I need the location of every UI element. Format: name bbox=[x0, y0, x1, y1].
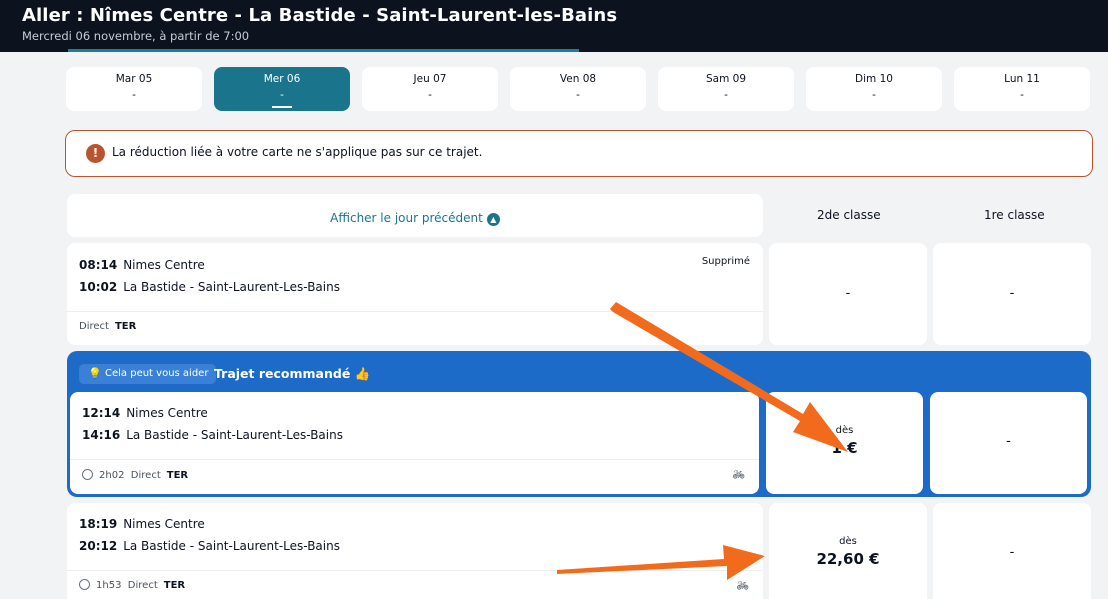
clock-icon bbox=[79, 579, 90, 590]
date-tab-price: - bbox=[724, 89, 728, 101]
exclamation-icon: ! bbox=[86, 144, 105, 163]
price-value: - bbox=[845, 286, 851, 301]
bike-icon: 🚲︎ bbox=[732, 470, 745, 481]
second-class-price-1214[interactable]: dès 1 € bbox=[766, 392, 923, 494]
date-tab-dim-10[interactable]: Dim 10 - bbox=[806, 67, 942, 111]
departure-row: 08:14 Nimes Centre bbox=[79, 258, 205, 272]
recommended-title: Trajet recommandé 👍 bbox=[214, 366, 371, 381]
chevron-up-icon: ▲ bbox=[486, 213, 500, 226]
date-tab-sam-09[interactable]: Sam 09 - bbox=[658, 67, 794, 111]
divider bbox=[67, 570, 763, 571]
date-tab-label: Ven 08 bbox=[559, 73, 597, 85]
date-tab-price: - bbox=[1020, 89, 1024, 101]
lightbulb-icon: 💡 bbox=[88, 367, 102, 380]
trip-card-1819[interactable]: 18:19 Nimes Centre 20:12 La Bastide - Sain… bbox=[67, 503, 763, 599]
date-tab-label: Dim 10 bbox=[855, 73, 893, 85]
price-value: - bbox=[1006, 434, 1011, 449]
divider bbox=[70, 459, 759, 460]
price-prefix: dès bbox=[835, 425, 854, 436]
price-value: 1 € bbox=[831, 439, 858, 457]
date-tab-label: Lun 11 bbox=[1004, 73, 1040, 85]
price-value: 22,60 € bbox=[816, 550, 880, 568]
alert-text: La réduction liée à votre carte ne s'app… bbox=[112, 145, 483, 159]
thumbs-up-icon: 👍 bbox=[354, 366, 371, 381]
bike-icon: 🚲︎ bbox=[736, 581, 749, 592]
trip-card-1214[interactable]: 12:14 Nimes Centre 14:16 La Bastide - Sain… bbox=[70, 392, 759, 494]
trip-footer: Direct TER bbox=[79, 321, 137, 332]
first-class-price-1214[interactable]: - bbox=[930, 392, 1087, 494]
status-badge: Supprimé bbox=[701, 256, 750, 267]
previous-day-button[interactable]: Afficher le jour précédent ▲ bbox=[67, 194, 763, 237]
arrival-row: 10:02 La Bastide - Saint-Laurent-Les-Bain… bbox=[79, 280, 340, 294]
first-class-price-0814[interactable]: - bbox=[933, 243, 1091, 345]
date-tab-jeu-07[interactable]: Jeu 07 - bbox=[362, 67, 498, 111]
second-class-header: 2de classe bbox=[817, 208, 881, 222]
date-tab-ven-08[interactable]: Ven 08 - bbox=[510, 67, 646, 111]
date-tab-lun-11[interactable]: Lun 11 - bbox=[954, 67, 1090, 111]
date-tab-label: Mer 06 bbox=[263, 73, 301, 85]
price-prefix: dès bbox=[839, 536, 857, 547]
clock-icon bbox=[82, 469, 93, 480]
divider bbox=[67, 311, 763, 312]
date-tab-price: - bbox=[132, 89, 136, 101]
page-header: Aller : Nîmes Centre - La Bastide - Sain… bbox=[0, 0, 1108, 52]
discount-alert: ! La réduction liée à votre carte ne s'a… bbox=[65, 130, 1093, 177]
price-value: - bbox=[1009, 286, 1015, 301]
arrival-row: 14:16 La Bastide - Saint-Laurent-Les-Bain… bbox=[82, 428, 343, 442]
second-class-price-1819[interactable]: dès 22,60 € bbox=[769, 503, 927, 599]
arrival-row: 20:12 La Bastide - Saint-Laurent-Les-Bain… bbox=[79, 539, 340, 553]
page-title: Aller : Nîmes Centre - La Bastide - Sain… bbox=[22, 5, 618, 26]
price-value: - bbox=[1009, 545, 1015, 560]
first-class-price-1819[interactable]: - bbox=[933, 503, 1091, 599]
date-tab-mer-06[interactable]: Mer 06 - bbox=[214, 67, 350, 111]
departure-row: 12:14 Nimes Centre bbox=[82, 406, 208, 420]
help-pill: 💡 Cela peut vous aider bbox=[79, 364, 217, 384]
departure-row: 18:19 Nimes Centre bbox=[79, 517, 205, 531]
date-tab-mar-05[interactable]: Mar 05 - bbox=[66, 67, 202, 111]
previous-day-label: Afficher le jour précédent ▲ bbox=[330, 211, 500, 226]
trip-card-0814[interactable]: 08:14 Nimes Centre 10:02 La Bastide - Sain… bbox=[67, 243, 763, 345]
date-tab-label: Sam 09 bbox=[705, 73, 747, 85]
first-class-header: 1re classe bbox=[984, 208, 1045, 222]
trip-footer: 2h02 Direct TER bbox=[82, 469, 188, 481]
date-tab-price: - bbox=[280, 89, 284, 101]
date-tab-label: Mar 05 bbox=[115, 73, 153, 85]
date-tab-price: - bbox=[576, 89, 580, 101]
date-tab-price: - bbox=[428, 89, 432, 101]
header-progress-bar bbox=[68, 49, 579, 52]
recommended-trip-block: 💡 Cela peut vous aider Trajet recommandé … bbox=[67, 351, 1091, 497]
page-subtitle: Mercredi 06 novembre, à partir de 7:00 bbox=[22, 29, 250, 43]
trip-footer: 1h53 Direct TER bbox=[79, 579, 185, 591]
date-tab-label: Jeu 07 bbox=[413, 73, 447, 85]
second-class-price-0814[interactable]: - bbox=[769, 243, 927, 345]
date-tab-price: - bbox=[872, 89, 876, 101]
active-tab-underline bbox=[272, 106, 292, 108]
